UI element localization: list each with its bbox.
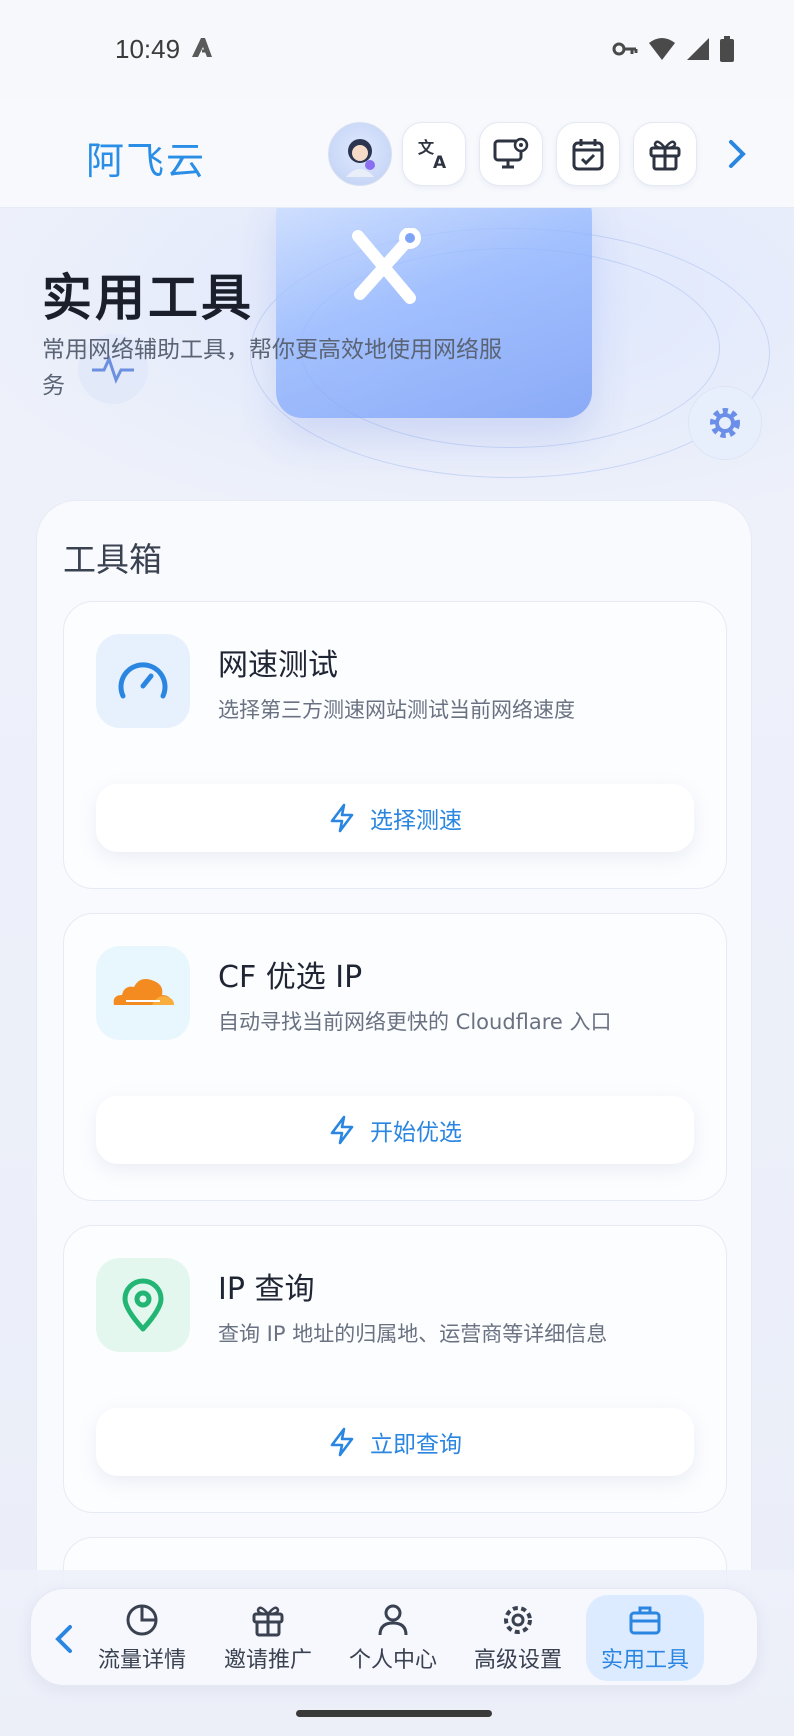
nav-label: 邀请推广: [223, 1648, 312, 1673]
card-title: CF 优选 IP: [218, 960, 363, 995]
toolbox-title: 工具箱: [63, 540, 162, 579]
card-description: 选择第三方测速网站测试当前网络速度: [218, 698, 575, 722]
translate-button[interactable]: 文 A: [402, 122, 466, 186]
cellular-signal-icon: [687, 38, 709, 60]
nav-label: 个人中心: [348, 1648, 437, 1673]
status-bar: 10:49: [0, 0, 794, 100]
gear-icon: [710, 408, 740, 438]
location-pin-icon: [122, 1278, 164, 1332]
chevron-right-icon: [729, 140, 746, 168]
nav-label: 流量详情: [97, 1648, 186, 1673]
chevron-left-icon: [55, 1625, 72, 1653]
hero-banner: 实用工具 常用网络辅助工具，帮你更高效地使用网络服务: [0, 208, 794, 508]
app-screen: 10:49 阿飞云 文 A 实用工具 常用网络辅助工具，帮你更高效地使用网络服务…: [0, 0, 794, 1736]
wrench-screwdriver-icon: [352, 228, 421, 304]
battery-icon: [720, 36, 734, 62]
start-cf-ip-button[interactable]: 开始优选: [96, 1096, 694, 1164]
app-header: 阿飞云 文 A: [0, 100, 794, 208]
calendar-check-icon: [572, 139, 604, 171]
tool-card-ip-lookup: IP 查询 查询 IP 地址的归属地、运营商等详细信息 立即查询: [63, 1225, 727, 1513]
card-title: 网速测试: [218, 648, 338, 683]
nav-item-tools[interactable]: 实用工具: [586, 1595, 704, 1681]
toolbox-icon: [629, 1606, 661, 1635]
app-title: 阿飞云: [86, 139, 207, 183]
card-description: 查询 IP 地址的归属地、运营商等详细信息: [218, 1322, 608, 1346]
status-time: 10:49: [115, 34, 181, 64]
cloud-icon: [113, 979, 174, 1005]
status-icons: [612, 36, 734, 62]
nav-scroll-left[interactable]: [49, 1617, 79, 1661]
speedometer-icon: [118, 662, 168, 699]
toolbox-panel: 工具箱 网速测试 选择第三方测速网站测试当前网络速度 选择测速 CF 优选 IP…: [36, 500, 752, 1657]
gift-icon: [252, 1606, 284, 1637]
card-title: IP 查询: [218, 1272, 315, 1307]
button-label: 开始优选: [370, 1120, 462, 1146]
avatar[interactable]: [328, 122, 392, 186]
gift-button[interactable]: [633, 122, 697, 186]
checkin-button[interactable]: [556, 122, 620, 186]
select-speedtest-button[interactable]: 选择测速: [96, 784, 694, 852]
page-title: 实用工具: [42, 269, 254, 327]
card-icon-bg: [96, 1258, 190, 1352]
card-icon-bg: [96, 946, 190, 1040]
page-subtitle: 常用网络辅助工具，帮你更高效地使用网络服务: [42, 337, 502, 399]
app-notification-icon: [192, 38, 212, 57]
ip-lookup-button[interactable]: 立即查询: [96, 1408, 694, 1476]
card-icon-bg: [96, 634, 190, 728]
monitor-settings-icon: [493, 137, 529, 169]
hero-gear-decoration: [688, 386, 762, 460]
home-indicator[interactable]: [296, 1710, 492, 1717]
monitor-settings-button[interactable]: [479, 122, 543, 186]
button-label: 选择测速: [370, 808, 462, 834]
gift-icon: [649, 140, 681, 171]
lightning-icon: [330, 1115, 354, 1145]
vpn-key-icon: [612, 42, 638, 56]
tool-card-cf-ip: CF 优选 IP 自动寻找当前网络更快的 Cloudflare 入口 开始优选: [63, 913, 727, 1201]
svg-text:A: A: [433, 153, 447, 172]
nav-item-invite[interactable]: 邀请推广: [209, 1595, 327, 1681]
tool-card-speedtest: 网速测试 选择第三方测速网站测试当前网络速度 选择测速: [63, 601, 727, 889]
nav-label: 高级设置: [473, 1648, 562, 1673]
lightning-icon: [330, 1427, 354, 1457]
nav-label: 实用工具: [600, 1648, 689, 1673]
button-label: 立即查询: [370, 1432, 462, 1458]
user-icon: [378, 1604, 408, 1636]
translate-icon: 文 A: [418, 138, 447, 172]
bottom-nav: 流量详情 邀请推广 个人中心 高级设置 实用工具: [30, 1588, 758, 1686]
header-scroll-right[interactable]: [722, 132, 752, 176]
card-description: 自动寻找当前网络更快的 Cloudflare 入口: [218, 1010, 612, 1034]
wifi-icon: [649, 38, 675, 60]
nav-item-profile[interactable]: 个人中心: [334, 1595, 452, 1681]
pie-chart-icon: [126, 1604, 158, 1636]
nav-item-settings[interactable]: 高级设置: [459, 1595, 577, 1681]
lightning-icon: [330, 803, 354, 833]
avatar-icon: [346, 139, 375, 177]
nav-item-traffic[interactable]: 流量详情: [83, 1595, 201, 1681]
gear-icon: [504, 1606, 532, 1634]
